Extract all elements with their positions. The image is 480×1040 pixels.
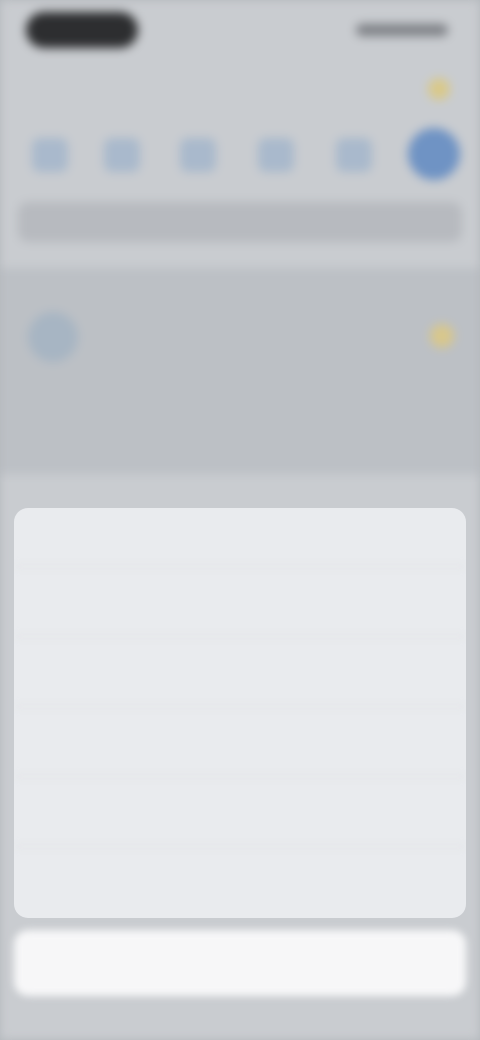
profile-icon [408, 128, 460, 180]
toolbar-icon-3 [180, 138, 216, 172]
notification-badge-icon [428, 78, 450, 100]
action-sheet-option-2[interactable] [14, 637, 466, 707]
toolbar-icon-5 [336, 138, 372, 172]
action-sheet-option-4[interactable] [14, 777, 466, 847]
action-sheet-option-5[interactable] [14, 847, 466, 917]
list-item [0, 300, 480, 380]
cancel-button[interactable] [14, 930, 466, 996]
toolbar-icon-1 [32, 138, 68, 172]
toolbar-icon-2 [104, 138, 140, 172]
action-sheet [14, 508, 466, 918]
status-bar-time-pill [26, 12, 138, 48]
action-sheet-option-3[interactable] [14, 707, 466, 777]
search-field [18, 202, 462, 242]
avatar-icon [28, 312, 78, 362]
status-bar-indicators [356, 24, 448, 36]
action-sheet-option-1[interactable] [14, 567, 466, 637]
star-icon [430, 324, 454, 348]
toolbar-icon-4 [258, 138, 294, 172]
action-sheet-title [14, 508, 466, 567]
toolbar [0, 120, 480, 188]
